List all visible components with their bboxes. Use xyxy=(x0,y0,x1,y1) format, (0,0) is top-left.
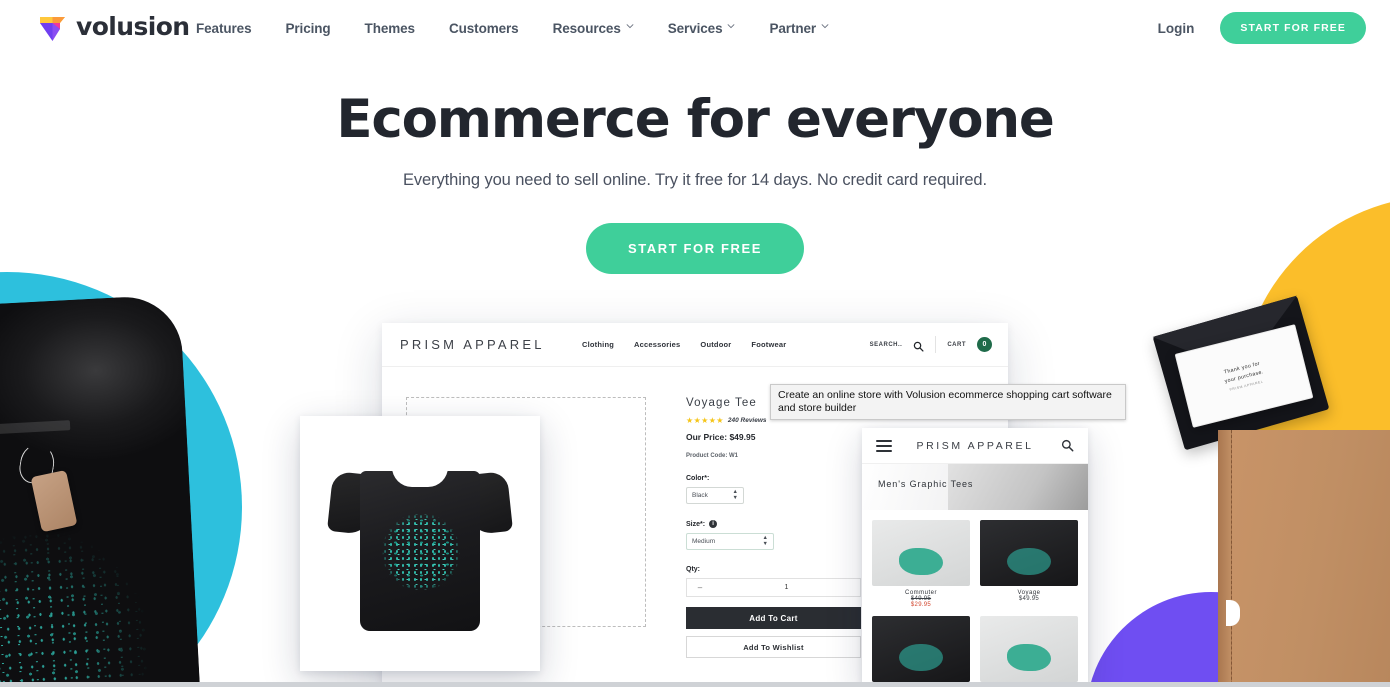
add-to-wishlist-button[interactable]: Add To Wishlist xyxy=(686,636,861,658)
store-nav-accessories[interactable]: Accessories xyxy=(634,340,680,349)
chevron-down-icon xyxy=(727,23,735,31)
nav-label: Features xyxy=(196,20,252,36)
size-select[interactable]: Medium ▲ ▼ xyxy=(686,533,774,550)
qty-field-label: Qty: xyxy=(686,566,886,573)
chevron-down-icon: ▲ ▼ xyxy=(732,489,738,501)
nav-item-customers[interactable]: Customers xyxy=(449,21,519,36)
nav-label: Resources xyxy=(552,20,621,36)
size-label-text: Size*: xyxy=(686,520,706,528)
store-cart-label[interactable]: CART xyxy=(947,342,966,348)
page-root: Thank you for your purchase. PRISM APPAR… xyxy=(0,0,1390,687)
right-package-photo: Thank you for your purchase. PRISM APPAR… xyxy=(1140,295,1390,687)
store-tools: SEARCH.. CART 0 xyxy=(870,336,992,353)
color-field-label: Color*: xyxy=(686,475,886,482)
nav-item-resources[interactable]: Resources xyxy=(553,21,634,36)
product-detail-panel: Voyage Tee ★★★★★ 240 Reviews Our Price: … xyxy=(686,397,886,687)
product-price: $49.95 xyxy=(1018,596,1040,602)
cart-count-badge[interactable]: 0 xyxy=(977,337,992,352)
hamburger-menu-icon[interactable] xyxy=(876,439,892,452)
mobile-store-mockup: PRISM APPAREL Men's Graphic Tees Commute… xyxy=(862,428,1088,687)
store-nav-outdoor[interactable]: Outdoor xyxy=(700,340,731,349)
store-logo: PRISM APPAREL xyxy=(400,337,545,352)
size-field-label: Size*: i xyxy=(686,520,886,528)
size-selected-value: Medium xyxy=(692,538,716,545)
chevron-down-icon xyxy=(821,23,829,31)
list-item[interactable] xyxy=(872,616,970,686)
tshirt-illustration xyxy=(326,451,514,636)
mobile-header: PRISM APPAREL xyxy=(862,428,1088,464)
hero-start-for-free-button[interactable]: START FOR FREE xyxy=(585,223,805,275)
color-select[interactable]: Black ▲ ▼ xyxy=(686,487,744,504)
nav-item-partner[interactable]: Partner xyxy=(769,21,829,36)
nav-item-pricing[interactable]: Pricing xyxy=(285,21,330,36)
mobile-product-grid: Commuter $49.95 $29.95 Voyage $49.95 xyxy=(862,510,1088,686)
list-item[interactable]: Voyage $49.95 xyxy=(980,520,1078,608)
tooltip: Create an online store with Volusion eco… xyxy=(770,384,1126,421)
bottom-edge-bar xyxy=(0,682,1390,687)
list-item[interactable] xyxy=(980,616,1078,686)
volusion-diamond-logo-icon xyxy=(38,10,67,42)
brand-logo[interactable]: volusion xyxy=(38,10,190,42)
nav-label: Themes xyxy=(364,20,416,36)
site-header: volusion Features Pricing Themes Custome… xyxy=(0,0,1390,56)
tools-divider xyxy=(935,336,937,353)
color-label-text: Color*: xyxy=(686,475,710,482)
nav-item-features[interactable]: Features xyxy=(196,20,252,36)
add-to-cart-button[interactable]: Add To Cart xyxy=(686,607,861,629)
box-notch xyxy=(1226,600,1240,626)
store-nav: Clothing Accessories Outdoor Footwear xyxy=(582,340,786,349)
chevron-down-icon: ▲ ▼ xyxy=(762,535,768,547)
store-nav-clothing[interactable]: Clothing xyxy=(582,340,614,349)
product-thumbnail xyxy=(980,616,1078,682)
product-thumbnail xyxy=(980,520,1078,586)
nav-item-themes[interactable]: Themes xyxy=(364,20,416,36)
store-nav-footwear[interactable]: Footwear xyxy=(751,340,786,349)
tshirt-speckle-pattern xyxy=(0,444,201,687)
product-thumbnail xyxy=(872,520,970,586)
quantity-stepper[interactable]: – 1 xyxy=(686,578,861,597)
hero-section: Ecommerce for everyone Everything you ne… xyxy=(0,56,1390,275)
qty-value[interactable]: 1 xyxy=(713,584,860,591)
product-price: Our Price: $49.95 xyxy=(686,432,756,442)
box-flap xyxy=(1218,430,1232,687)
color-selected-value: Black xyxy=(692,492,708,499)
nav-label: Partner xyxy=(769,20,817,36)
store-header: PRISM APPAREL Clothing Accessories Outdo… xyxy=(382,323,1008,367)
mobile-category-title: Men's Graphic Tees xyxy=(878,479,974,489)
store-search-label[interactable]: SEARCH.. xyxy=(870,342,903,348)
header-start-for-free-button[interactable]: START FOR FREE xyxy=(1220,12,1366,44)
mobile-category-banner: Men's Graphic Tees xyxy=(862,464,1088,510)
header-actions: Login START FOR FREE xyxy=(1158,0,1366,56)
search-icon[interactable] xyxy=(1061,439,1074,452)
nav-label: Pricing xyxy=(285,20,331,36)
product-sale-price: $29.95 xyxy=(910,602,932,608)
nav-label: Services xyxy=(667,20,723,36)
rating-stars-icon: ★★★★★ xyxy=(686,416,724,425)
review-count[interactable]: 240 Reviews xyxy=(728,417,767,424)
tshirt-circle-print xyxy=(382,513,460,591)
qty-label-text: Qty: xyxy=(686,566,700,573)
info-icon[interactable]: i xyxy=(709,520,718,528)
mobile-store-logo: PRISM APPAREL xyxy=(916,439,1034,452)
login-link[interactable]: Login xyxy=(1158,21,1195,36)
qty-decrement-button[interactable]: – xyxy=(687,583,713,592)
nav-label: Customers xyxy=(448,20,519,36)
left-tshirt-photo xyxy=(0,294,201,687)
main-navigation: Features Pricing Themes Customers Resour… xyxy=(196,0,829,56)
floating-product-card xyxy=(300,416,540,671)
brand-name: volusion xyxy=(76,11,190,41)
shipping-box: PRISM xyxy=(1218,430,1390,687)
tshirt-neck-label xyxy=(0,420,71,436)
page-title: Ecommerce for everyone xyxy=(336,89,1054,150)
nav-item-services[interactable]: Services xyxy=(668,21,736,36)
hero-subheadline: Everything you need to sell online. Try … xyxy=(403,171,987,190)
product-code: Product Code: W1 xyxy=(686,453,738,459)
chevron-down-icon xyxy=(626,23,634,31)
product-thumbnail xyxy=(872,616,970,682)
list-item[interactable]: Commuter $49.95 $29.95 xyxy=(872,520,970,608)
search-icon[interactable] xyxy=(913,339,924,352)
